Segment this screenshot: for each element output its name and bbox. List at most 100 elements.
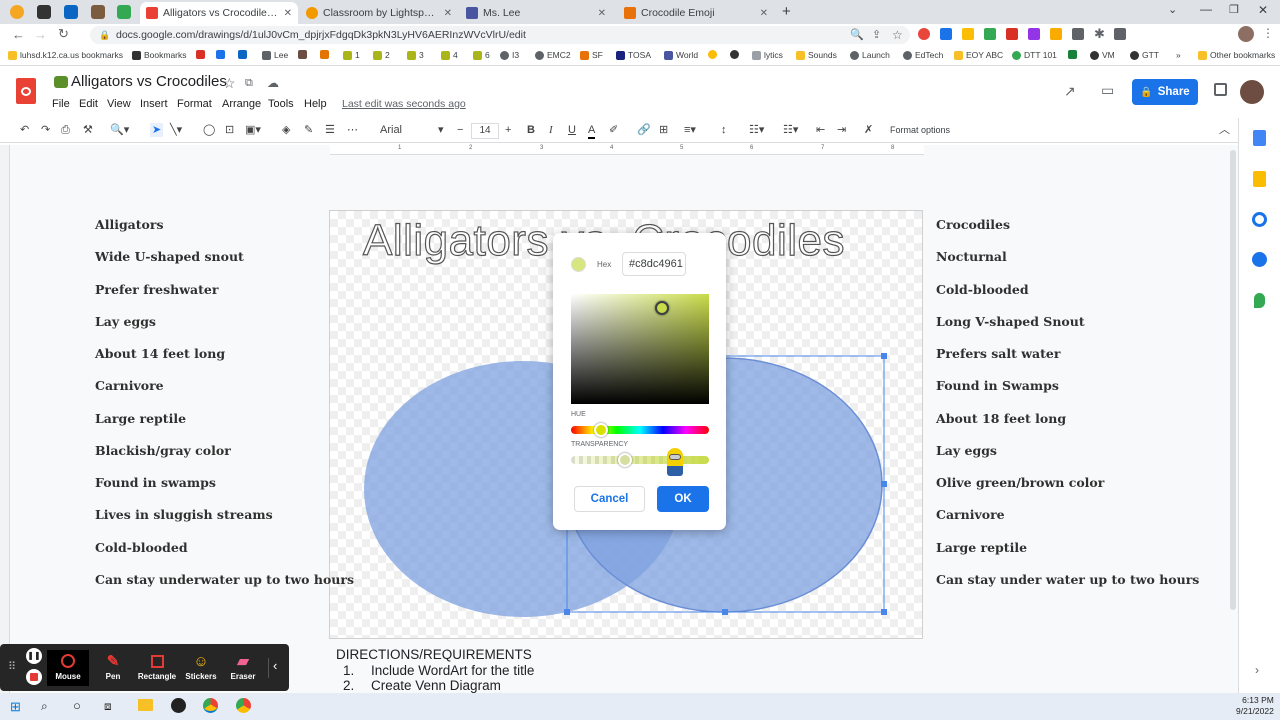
reload-icon[interactable]: ↻ xyxy=(58,26,69,42)
border-weight-icon[interactable]: ☰ xyxy=(325,123,335,137)
forward-icon[interactable]: → xyxy=(34,27,47,42)
border-color-icon[interactable]: ✎ xyxy=(304,123,313,137)
bookmark-item[interactable] xyxy=(298,50,310,59)
text-box-icon[interactable]: ⊡ xyxy=(225,123,234,137)
line-spacing-icon[interactable]: ↕ xyxy=(721,123,727,137)
resize-handle[interactable] xyxy=(564,609,570,615)
link-icon[interactable]: 🔗 xyxy=(637,123,651,137)
extension-icon[interactable] xyxy=(1006,28,1018,40)
hue-slider[interactable] xyxy=(571,426,709,434)
menu-tools[interactable]: Tools xyxy=(268,98,294,110)
select-icon[interactable]: ➤ xyxy=(150,123,164,137)
clock[interactable]: 6:13 PM 9/21/2022 xyxy=(1236,695,1274,717)
text-color-icon[interactable]: A xyxy=(588,123,596,139)
bookmark-item[interactable]: EMC2 xyxy=(535,50,571,60)
bookmark-item[interactable]: Lee xyxy=(262,50,288,60)
bookmark-item[interactable]: VM xyxy=(1090,50,1115,60)
tab-ms-lee[interactable]: Ms. Lee ✕ xyxy=(460,2,612,24)
highlight-icon[interactable]: ✐ xyxy=(609,123,618,137)
border-dash-icon[interactable]: ⋯ xyxy=(347,123,358,137)
tasks-icon[interactable] xyxy=(1252,212,1267,227)
comment-icon[interactable]: ⊞ xyxy=(659,123,668,137)
puzzle-icon[interactable]: ✱ xyxy=(1094,26,1105,42)
tab-alligators[interactable]: Alligators vs Crocodiles - Goo ✕ xyxy=(140,2,298,24)
font-select[interactable]: Arial ▾ xyxy=(380,123,445,137)
extension-icon[interactable] xyxy=(1050,28,1062,40)
bookmark-item[interactable]: EdTech xyxy=(903,50,943,60)
saturation-knob[interactable] xyxy=(655,301,669,315)
bookmark-item[interactable]: GTT xyxy=(1130,50,1159,60)
transparency-knob[interactable] xyxy=(618,453,632,467)
paint-format-icon[interactable]: ⚒ xyxy=(83,123,93,137)
bookmark-item[interactable]: 6 xyxy=(473,50,490,60)
pinned-tab-icon[interactable] xyxy=(37,5,51,19)
bookmark-item[interactable]: 4 xyxy=(441,50,458,60)
transparency-slider[interactable] xyxy=(571,456,709,464)
shape-icon[interactable]: ◯ xyxy=(203,123,215,137)
activity-trend-icon[interactable]: ↗ xyxy=(1064,83,1076,100)
tab-lightspeed[interactable]: Classroom by Lightspeed System ✕ xyxy=(300,2,458,24)
italic-icon[interactable]: I xyxy=(549,123,553,137)
bookmark-item[interactable]: 3 xyxy=(407,50,424,60)
menu-help[interactable]: Help xyxy=(304,98,327,110)
rectangle-tool[interactable]: Rectangle xyxy=(136,650,178,686)
ok-button[interactable]: OK xyxy=(657,486,709,512)
bookmark-item[interactable]: Sounds xyxy=(796,50,837,60)
share-url-icon[interactable]: ⇪ xyxy=(872,26,881,44)
bookmark-item[interactable] xyxy=(730,50,742,59)
bookmark-item[interactable]: luhsd.k12.ca.us bookmarks xyxy=(8,50,123,60)
menu-arrange[interactable]: Arrange xyxy=(222,98,261,110)
task-view-icon[interactable]: ⧈ xyxy=(104,699,112,714)
share-button[interactable]: 🔒 Share xyxy=(1132,79,1198,105)
maps-icon[interactable] xyxy=(1254,293,1265,308)
last-edit-link[interactable]: Last edit was seconds ago xyxy=(342,98,466,110)
pen-tool[interactable]: ✎ Pen xyxy=(92,650,134,686)
stickers-tool[interactable]: ☺ Stickers xyxy=(180,650,222,686)
collapse-toolbar-icon[interactable]: ︿ xyxy=(1219,123,1230,137)
close-icon[interactable]: ✕ xyxy=(598,8,606,19)
print-icon[interactable]: ⎙ xyxy=(61,123,70,137)
font-size-input[interactable]: 14 xyxy=(471,123,499,139)
menu-file[interactable]: File xyxy=(52,98,70,110)
collapse-chevron-icon[interactable]: ‹ xyxy=(273,658,277,673)
menu-view[interactable]: View xyxy=(107,98,131,110)
menu-edit[interactable]: Edit xyxy=(79,98,98,110)
tab-crocodile-emoji[interactable]: Crocodile Emoji ✕ xyxy=(618,2,774,24)
extension-icon[interactable] xyxy=(962,28,974,40)
bookmark-item[interactable]: SF xyxy=(580,50,603,60)
pinned-tab-icon[interactable] xyxy=(91,5,105,19)
bookmark-item[interactable]: I3 xyxy=(500,50,519,60)
align-icon[interactable]: ≡▾ xyxy=(684,123,696,137)
extension-icon[interactable] xyxy=(940,28,952,40)
saturation-area[interactable] xyxy=(571,294,709,404)
file-explorer-icon[interactable] xyxy=(138,699,153,711)
search-icon[interactable]: ⌕ xyxy=(41,699,48,714)
drag-handle-icon[interactable]: ⠿ xyxy=(8,660,16,673)
bookmark-item[interactable]: TOSA xyxy=(616,50,651,60)
bookmark-item[interactable]: DTT 101 xyxy=(1012,50,1057,60)
bookmark-item[interactable]: Other bookmarks xyxy=(1198,50,1275,60)
cancel-button[interactable]: Cancel xyxy=(574,486,645,512)
extension-icon[interactable] xyxy=(1072,28,1084,40)
decrease-font-size-icon[interactable]: − xyxy=(457,123,463,137)
present-icon[interactable] xyxy=(1214,83,1227,96)
bookmark-item[interactable] xyxy=(216,50,228,59)
extension-icon[interactable] xyxy=(1028,28,1040,40)
hue-knob[interactable] xyxy=(594,423,608,437)
extension-icon[interactable] xyxy=(984,28,996,40)
bookmark-item[interactable]: 1 xyxy=(343,50,360,60)
keep-icon[interactable] xyxy=(1253,171,1266,187)
increase-font-size-icon[interactable]: + xyxy=(505,123,511,137)
fill-color-icon[interactable]: ◈ xyxy=(282,123,290,137)
bookmark-item[interactable] xyxy=(320,50,332,59)
outlook-icon[interactable] xyxy=(64,5,78,19)
bookmark-item[interactable]: World xyxy=(664,50,698,60)
tab-search-icon[interactable]: ⌄ xyxy=(1168,3,1177,16)
bookmark-item[interactable] xyxy=(1068,50,1080,59)
pinned-tab-icon[interactable] xyxy=(10,5,24,19)
mouse-tool[interactable]: Mouse xyxy=(47,650,89,686)
decrease-indent-icon[interactable]: ⇤ xyxy=(816,123,825,137)
resize-handle[interactable] xyxy=(881,609,887,615)
format-options-button[interactable]: Format options xyxy=(890,123,950,137)
doc-title[interactable]: Alligators vs Crocodiles xyxy=(54,73,227,90)
